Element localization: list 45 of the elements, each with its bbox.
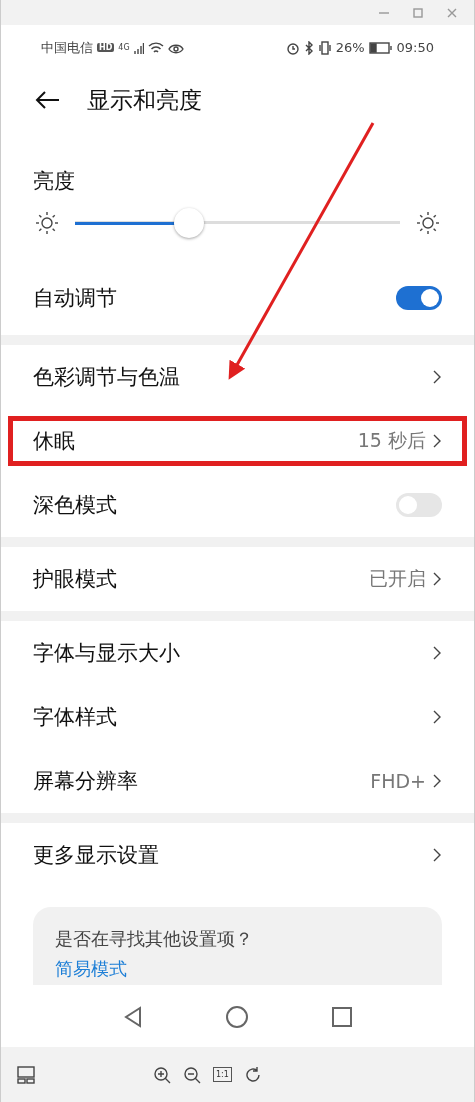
setting-row[interactable]: 字体样式 bbox=[1, 685, 474, 749]
chevron-right-icon bbox=[432, 773, 442, 789]
zoom-in-icon[interactable] bbox=[153, 1065, 171, 1084]
battery-icon bbox=[368, 41, 393, 54]
hd-badge: HD bbox=[97, 43, 115, 52]
chevron-right-icon bbox=[432, 645, 442, 661]
sun-icon bbox=[35, 210, 59, 235]
alarm-icon bbox=[285, 40, 300, 55]
chevron-right-icon bbox=[432, 709, 442, 725]
setting-row[interactable]: 字体与显示大小 bbox=[1, 621, 474, 685]
brightness-label: 亮度 bbox=[33, 168, 75, 195]
setting-row[interactable]: 色彩调节与色温 bbox=[1, 345, 474, 409]
close-icon[interactable] bbox=[446, 6, 458, 19]
actual-size-button[interactable]: 1:1 bbox=[213, 1067, 232, 1082]
suggestion-question: 是否在寻找其他设置项？ bbox=[55, 927, 254, 951]
setting-label: 自动调节 bbox=[33, 284, 117, 312]
network-type: 4G bbox=[118, 43, 130, 52]
zoom-out-icon[interactable] bbox=[183, 1065, 201, 1084]
simple-mode-link[interactable]: 简易模式 bbox=[55, 957, 420, 981]
recents-nav-icon[interactable] bbox=[329, 1005, 354, 1029]
setting-row[interactable]: 护眼模式 已开启 bbox=[1, 547, 474, 611]
chevron-right-icon bbox=[432, 369, 442, 385]
signal-icon bbox=[133, 41, 144, 54]
clock-time: 09:50 bbox=[396, 40, 434, 55]
chevron-right-icon bbox=[432, 847, 442, 863]
setting-row[interactable]: 屏幕分辨率 FHD+ bbox=[1, 749, 474, 813]
setting-row[interactable]: 更多显示设置 bbox=[1, 823, 474, 887]
wifi-icon bbox=[147, 41, 164, 54]
sun-icon bbox=[416, 210, 440, 235]
page-title: 显示和亮度 bbox=[87, 85, 202, 115]
back-arrow-icon[interactable] bbox=[35, 90, 61, 110]
home-nav-icon[interactable] bbox=[225, 1005, 250, 1029]
vibrate-icon bbox=[317, 40, 332, 55]
carrier-name: 中国电信 bbox=[41, 38, 93, 57]
toggle-switch[interactable] bbox=[396, 493, 442, 517]
toggle-switch[interactable] bbox=[396, 285, 442, 310]
setting-label: 深色模式 bbox=[33, 492, 117, 519]
slider-thumb[interactable] bbox=[173, 207, 204, 238]
setting-row[interactable]: 休眠 15 秒后 bbox=[1, 409, 474, 473]
layout-icon[interactable] bbox=[17, 1065, 35, 1084]
chevron-right-icon bbox=[432, 571, 442, 587]
rotate-icon[interactable] bbox=[243, 1065, 262, 1084]
battery-percent: 26% bbox=[335, 40, 365, 55]
bluetooth-icon bbox=[303, 40, 314, 55]
chevron-right-icon bbox=[432, 433, 442, 449]
